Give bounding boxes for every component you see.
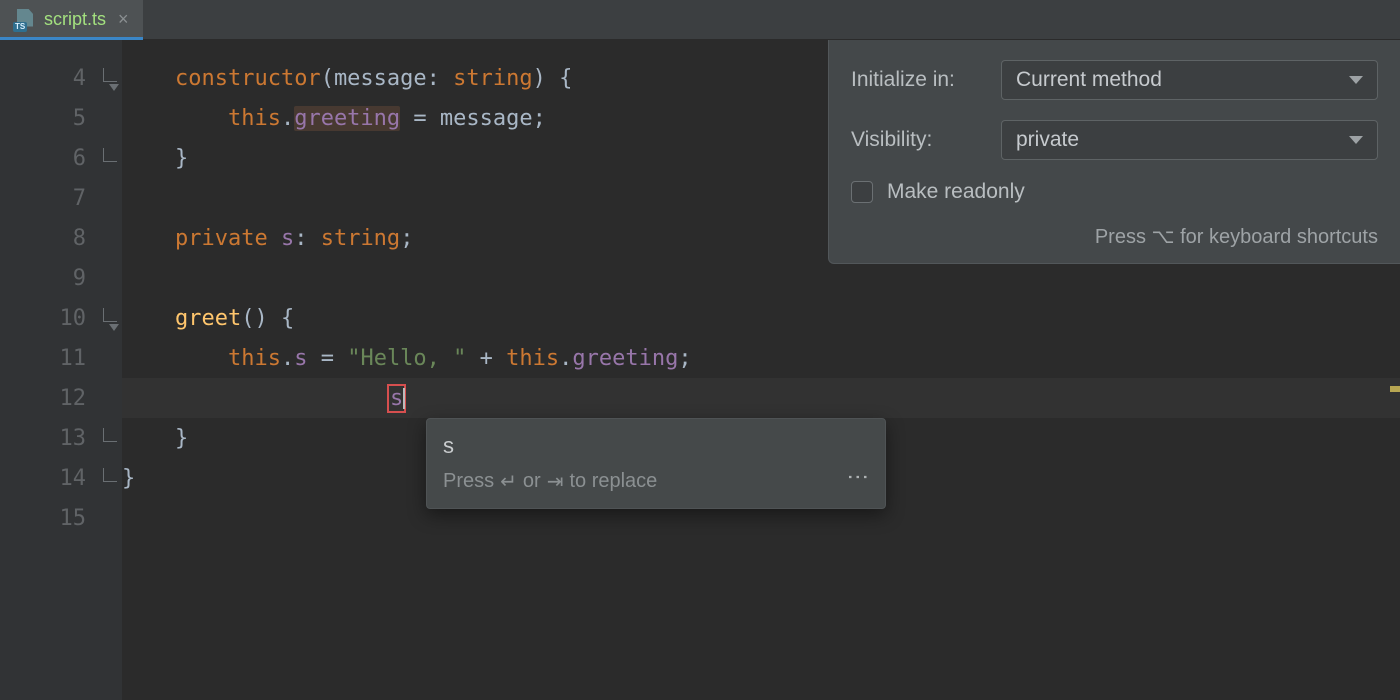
fold-toggle-icon[interactable] — [103, 68, 117, 82]
fold-gutter — [98, 40, 122, 700]
line-number[interactable]: 8 — [0, 218, 98, 258]
option-key-icon: ⌥ — [1152, 226, 1175, 248]
typescript-file-icon: TS — [14, 9, 36, 31]
code-line[interactable]: this.s = "Hello, " + this.greeting; — [122, 338, 1400, 378]
rename-input[interactable]: s — [443, 433, 869, 459]
tab-key-icon: ⇥ — [547, 469, 564, 494]
line-number[interactable]: 14 — [0, 458, 98, 498]
fold-end-icon — [103, 468, 117, 482]
line-number[interactable]: 5 — [0, 98, 98, 138]
chevron-down-icon — [1349, 136, 1363, 144]
panel-shortcut-hint: Press ⌥ for keyboard shortcuts — [851, 224, 1378, 249]
text-caret — [403, 388, 405, 409]
line-number[interactable]: 11 — [0, 338, 98, 378]
line-number[interactable]: 12 — [0, 378, 98, 418]
line-number[interactable]: 13 — [0, 418, 98, 458]
file-tab[interactable]: TS script.ts × — [0, 0, 143, 39]
line-number[interactable]: 15 — [0, 498, 98, 538]
initialize-in-select[interactable]: Current method — [1001, 60, 1378, 100]
fold-end-icon — [103, 148, 117, 162]
make-readonly-checkbox[interactable] — [851, 181, 873, 203]
line-number[interactable]: 10 — [0, 298, 98, 338]
visibility-label: Visibility: — [851, 128, 991, 152]
more-options-icon[interactable]: ⋮ — [845, 466, 871, 490]
rename-popup: s Press ↵ or ⇥ to replace ⋮ — [426, 418, 886, 509]
rename-hint: Press ↵ or ⇥ to replace — [443, 469, 869, 494]
select-value: Current method — [1016, 68, 1162, 92]
tab-filename: script.ts — [44, 9, 106, 30]
introduce-field-panel: Initialize in: Current method Visibility… — [828, 40, 1400, 264]
enter-key-icon: ↵ — [500, 469, 517, 494]
current-line-highlight — [122, 378, 1400, 418]
chevron-down-icon — [1349, 76, 1363, 84]
tab-bar: TS script.ts × — [0, 0, 1400, 40]
line-number[interactable]: 4 — [0, 58, 98, 98]
fold-toggle-icon[interactable] — [103, 308, 117, 322]
code-line[interactable] — [122, 258, 1400, 298]
line-number[interactable]: 7 — [0, 178, 98, 218]
initialize-in-label: Initialize in: — [851, 68, 991, 92]
close-tab-icon[interactable]: × — [118, 9, 129, 30]
fold-end-icon — [103, 428, 117, 442]
code-line[interactable]: greet() { — [122, 298, 1400, 338]
make-readonly-label: Make readonly — [887, 180, 1025, 204]
change-marker[interactable] — [1390, 386, 1400, 392]
rename-target[interactable]: s — [387, 384, 406, 413]
line-number[interactable]: 6 — [0, 138, 98, 178]
visibility-select[interactable]: private — [1001, 120, 1378, 160]
line-number[interactable]: 9 — [0, 258, 98, 298]
select-value: private — [1016, 128, 1079, 152]
line-number-gutter: 4 5 6 7 8 9 10 11 12 13 14 15 — [0, 40, 98, 700]
